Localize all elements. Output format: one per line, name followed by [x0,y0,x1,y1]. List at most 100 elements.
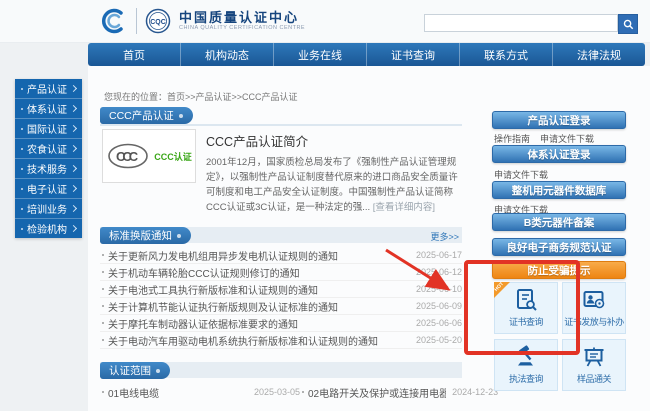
notice-date: 2025-06-17 [416,250,462,260]
ccc-intro-title: CCC产品认证简介 [206,131,462,150]
product-cert-login-button[interactable]: 产品认证登录 [492,111,626,129]
emblem-text: CQC [150,19,166,26]
chevron-right-icon [70,165,77,172]
bullet-icon [102,339,104,341]
breadcrumb: 您现在的位置：首页>>产品认证>>CCC产品认证 [104,90,298,103]
ccc-section-tab: CCC产品认证 [100,107,193,124]
tile-enforcement-query[interactable]: 执法查询 [494,339,558,391]
notice-date: 2025-06-10 [416,284,462,294]
nav-item-cert-query[interactable]: 证书查询 [366,43,459,66]
notice-item[interactable]: 关于计算机节能认证执行新版规则及认证标准的通知2025-06-09 [100,298,462,315]
sidebar-item-inspection[interactable]: 检验机构 [15,219,82,238]
sidebar-item-e-cert[interactable]: 电子认证 [15,179,82,199]
component-database-button[interactable]: 整机用元器件数据库 [492,181,626,199]
search-icon [623,19,634,30]
product-cert-links: 操作指南 申请文件下载 [494,132,594,145]
ccc-logo-box: CCC CCC认证 [102,129,196,183]
application-download-link[interactable]: 申请文件下载 [494,168,548,181]
ccc-mark-text: CCC [116,149,139,164]
header-search [424,14,638,32]
bullet-icon [102,288,104,290]
bullet-icon [102,254,104,256]
bullet-icon [102,322,104,324]
notice-item[interactable]: 关于机动车辆轮胎CCC认证规则修订的通知2025-06-12 [100,264,462,281]
quick-service-tiles: HOT 证书查询 证书发放与补办 [494,282,626,391]
ccc-section-header: CCC产品认证 [100,107,462,126]
notices-list: 关于更新风力发电机组用异步发电机认证规则的通知2025-06-17 关于机动车辆… [100,247,462,349]
fraud-warning-button[interactable]: 防止受骗提示 [492,261,626,279]
chevron-right-icon [70,225,77,232]
cqc-homepage: CQC 中国质量认证中心 CHINA QUALITY CERTIFICATION… [0,0,650,411]
chevron-right-icon [70,105,77,112]
chevron-right-icon [70,205,77,212]
scope-item[interactable]: 01电线电缆2025-03-05 [100,384,300,400]
cqc-mark-icon [100,7,128,35]
ccc-caption: CCC认证 [154,150,192,163]
nav-item-news[interactable]: 机构动态 [180,43,273,66]
ecommerce-cert-button[interactable]: 良好电子商务规范认证 [492,238,626,256]
notice-date: 2025-06-06 [416,318,462,328]
chevron-right-icon [70,125,77,132]
notices-more-link[interactable]: 更多>> [430,230,459,243]
site-title: 中国质量认证中心 CHINA QUALITY CERTIFICATION CEN… [179,10,305,32]
ccc-intro-body: 2001年12月，国家质检总局发布了《强制性产品认证管理规定》，以强制性产品认证… [206,155,462,215]
bullet-icon [102,391,104,393]
bullet-icon [102,271,104,273]
notice-item[interactable]: 关于更新风力发电机组用异步发电机认证规则的通知2025-06-17 [100,247,462,264]
tile-certificate-issue-reissue[interactable]: 证书发放与补办 [562,282,626,334]
scope-list: 01电线电缆2025-03-05 02电路开关及保护或连接用电器装置2024-1… [100,384,470,400]
sidebar-item-tech-service[interactable]: 技术服务 [15,159,82,179]
notice-date: 2025-06-12 [416,267,462,277]
operation-guide-link[interactable]: 操作指南 [494,132,530,145]
sidebar-item-product-cert[interactable]: 产品认证 [15,79,82,99]
ccc-mark-icon: CCC [106,142,150,170]
system-cert-login-button[interactable]: 体系认证登录 [492,145,626,163]
notice-item[interactable]: 关于电池式工具执行新版标准和认证规则的通知2025-06-10 [100,281,462,298]
application-download-link[interactable]: 申请文件下载 [540,132,594,145]
customs-board-icon [582,345,606,369]
nav-item-online[interactable]: 业务在线 [273,43,366,66]
left-sidebar: 产品认证 体系认证 国际认证 农食认证 技术服务 电子认证 培训业务 检验机构 [15,79,82,238]
scope-section-header: 认证范围 [100,362,462,378]
gavel-icon [514,345,538,369]
scope-date: 2024-12-23 [452,387,498,397]
sidebar-item-intl-cert[interactable]: 国际认证 [15,119,82,139]
cqc-emblem-icon: CQC [145,8,171,34]
search-button[interactable] [618,14,638,34]
notice-item[interactable]: 关于摩托车制动器认证依据标准要求的通知2025-06-06 [100,315,462,332]
header-logo-group: CQC 中国质量认证中心 CHINA QUALITY CERTIFICATION… [100,6,305,36]
site-title-cn: 中国质量认证中心 [179,10,305,25]
sidebar-item-agrifood-cert[interactable]: 农食认证 [15,139,82,159]
chevron-right-icon [70,145,77,152]
nav-item-laws[interactable]: 法律法规 [552,43,645,66]
pill-dot-icon [177,234,181,238]
bullet-icon [21,128,23,130]
notices-section-tab: 标准换版通知 [100,227,191,244]
logo-divider [136,8,137,34]
sidebar-item-training[interactable]: 培训业务 [15,199,82,219]
certificate-issue-icon [582,288,606,312]
bullet-icon [102,305,104,307]
notice-item[interactable]: 关于电动汽车用驱动电机系统执行新版标准和认证规则的通知2025-05-20 [100,332,462,349]
class-b-component-button[interactable]: B类元器件备案 [492,213,626,231]
bullet-icon [21,88,23,90]
view-details-link[interactable]: [查看详细内容] [373,202,435,213]
pill-dot-icon [179,114,183,118]
system-cert-links: 申请文件下载 [494,168,548,181]
nav-item-contact[interactable]: 联系方式 [459,43,552,66]
ccc-intro: CCC产品认证简介 2001年12月，国家质检总局发布了《强制性产品认证管理规定… [206,131,462,215]
sidebar-item-system-cert[interactable]: 体系认证 [15,99,82,119]
notice-date: 2025-06-09 [416,301,462,311]
chevron-right-icon [70,85,77,92]
search-input[interactable] [424,14,618,32]
scope-item[interactable]: 02电路开关及保护或连接用电器装置2024-12-23 [300,384,498,400]
notice-date: 2025-05-20 [416,335,462,345]
tile-certificate-query[interactable]: HOT 证书查询 [494,282,558,334]
tile-sample-customs[interactable]: 样品通关 [562,339,626,391]
site-title-en: CHINA QUALITY CERTIFICATION CENTRE [179,25,305,32]
certificate-search-icon [514,288,538,312]
nav-item-home[interactable]: 首页 [88,43,180,66]
bullet-icon [21,188,23,190]
bullet-icon [302,391,304,393]
bullet-icon [21,168,23,170]
